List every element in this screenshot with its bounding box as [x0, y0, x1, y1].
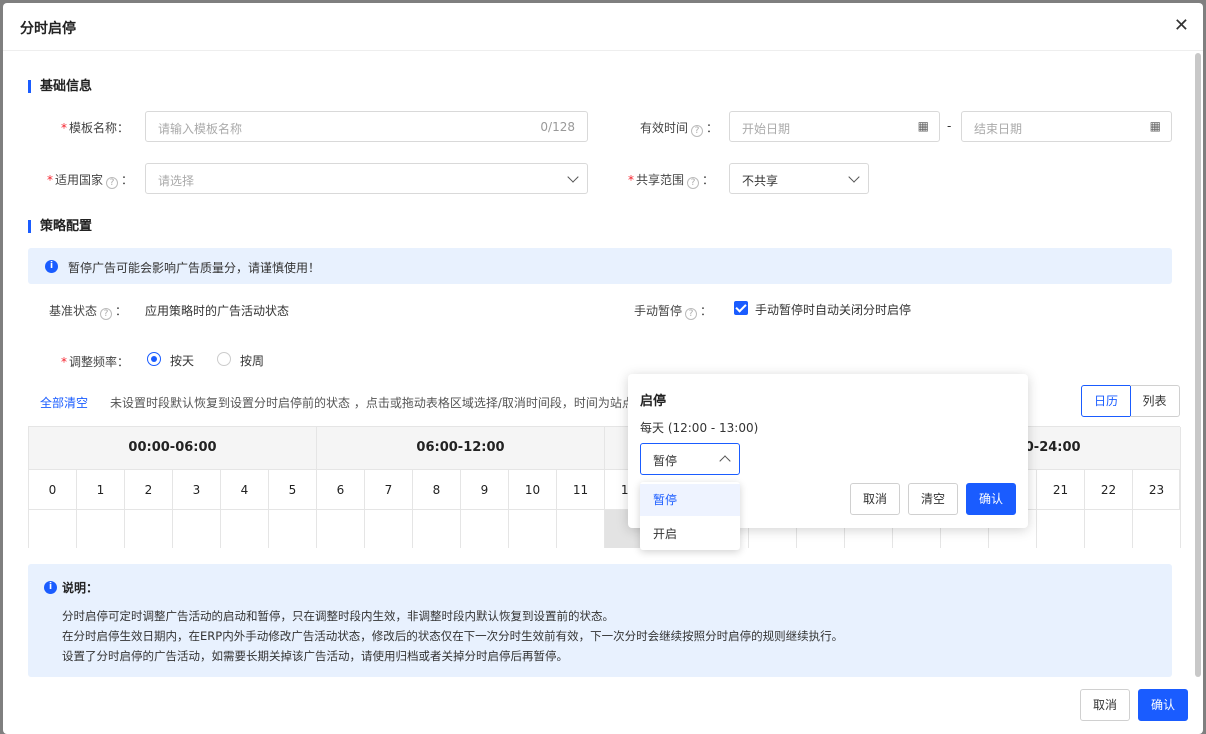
baseline-label: 基准状态?： [49, 304, 128, 320]
info-icon: i [45, 260, 58, 273]
share-scope-select[interactable]: 不共享 [729, 163, 869, 194]
grid-cell[interactable] [125, 509, 173, 548]
grid-cell[interactable] [509, 509, 557, 548]
grid-hour-label: 10 [509, 469, 557, 509]
char-counter: 0/128 [540, 120, 575, 134]
grid-hour-label: 22 [1085, 469, 1133, 509]
grid-cell[interactable] [221, 509, 269, 548]
grid-cell[interactable] [557, 509, 605, 548]
scrollbar[interactable] [1195, 53, 1201, 677]
radio-by-week[interactable] [217, 352, 231, 366]
country-select[interactable]: 请选择 [145, 163, 588, 194]
info-icon: i [44, 581, 57, 594]
calendar-icon: ▦ [917, 119, 929, 133]
help-icon: ? [100, 308, 113, 320]
manual-pause-text: 手动暂停时自动关闭分时启停 [755, 303, 912, 317]
help-icon: ? [687, 177, 700, 189]
grid-cell[interactable] [1085, 509, 1133, 548]
grid-hour-label: 9 [461, 469, 509, 509]
view-calendar-button[interactable]: 日历 [1081, 385, 1131, 417]
warning-alert: i 暂停广告可能会影响广告质量分，请谨慎使用！ [28, 248, 1172, 284]
popover-time: 每天 (12:00 - 13:00) [640, 421, 759, 435]
modal-title: 分时启停 [20, 21, 76, 37]
grid-group-header: 06:00-12:00 [317, 427, 605, 469]
manual-pause-label: 手动暂停?： [634, 304, 713, 320]
modal-header: 分时启停 ✕ [3, 3, 1203, 51]
grid-cell[interactable] [1037, 509, 1085, 548]
start-date-input[interactable]: 开始日期 ▦ [729, 111, 940, 142]
option-pause[interactable]: 暂停 [640, 484, 740, 516]
view-list-button[interactable]: 列表 [1130, 385, 1180, 417]
grid-hour-label: 0 [29, 469, 77, 509]
grid-hour-label: 11 [557, 469, 605, 509]
grid-cell[interactable] [413, 509, 461, 548]
popover-clear-button[interactable]: 清空 [908, 483, 958, 515]
note-line: 分时启停可定时调整广告活动的启动和暂停，只在调整时段内生效，非调整时段内默认恢复… [62, 609, 614, 623]
grid-cell[interactable] [1133, 509, 1181, 548]
template-name-label: * 模板名称： [61, 121, 130, 135]
notes-title: 说明： [62, 581, 99, 595]
grid-hour-label: 4 [221, 469, 269, 509]
section-title-strategy: 策略配置 [28, 220, 92, 233]
baseline-value: 应用策略时的广告活动状态 [145, 304, 290, 318]
popover-cancel-button[interactable]: 取消 [850, 483, 900, 515]
grid-hour-label: 23 [1133, 469, 1181, 509]
clear-all-link[interactable]: 全部清空 [40, 394, 88, 411]
grid-hour-label: 3 [173, 469, 221, 509]
grid-hour-label: 6 [317, 469, 365, 509]
note-line: 在分时启停生效日期内，在ERP内外手动修改广告活动状态，修改后的状态仅在下一次分… [62, 629, 844, 643]
grid-hour-label: 1 [77, 469, 125, 509]
radio-by-week-label[interactable]: 按周 [240, 352, 264, 369]
note-line: 设置了分时启停的广告活动，如需要长期关掉该广告活动，请使用归档或者关掉分时启停后… [62, 649, 568, 663]
footer-confirm-button[interactable]: 确认 [1138, 689, 1188, 721]
grid-hour-label: 5 [269, 469, 317, 509]
chevron-up-icon [719, 455, 731, 467]
footer-cancel-button[interactable]: 取消 [1080, 689, 1130, 721]
frequency-label: * 调整频率： [61, 355, 130, 369]
date-separator: - [947, 119, 952, 133]
grid-hour-label: 2 [125, 469, 173, 509]
grid-cell[interactable] [461, 509, 509, 548]
section-title-basic: 基础信息 [28, 80, 92, 93]
grid-cell[interactable] [317, 509, 365, 548]
grid-hour-label: 8 [413, 469, 461, 509]
share-scope-label: * 共享范围?： [628, 173, 715, 189]
status-select[interactable]: 暂停 [640, 443, 740, 475]
option-start[interactable]: 开启 [640, 518, 740, 550]
help-icon: ? [685, 308, 698, 320]
chevron-down-icon [848, 171, 860, 183]
grid-group-header: 00:00-06:00 [29, 427, 317, 469]
grid-hour-label: 7 [365, 469, 413, 509]
help-icon: ? [106, 177, 119, 189]
grid-cell[interactable] [269, 509, 317, 548]
calendar-icon: ▦ [1149, 119, 1161, 133]
grid-cell[interactable] [77, 509, 125, 548]
time-schedule-modal: 分时启停 ✕ 基础信息 * 模板名称： 请输入模板名称 0/128 有效时间?： … [3, 3, 1203, 734]
grid-hour-label: 21 [1037, 469, 1085, 509]
notes-box: i 说明： 分时启停可定时调整广告活动的启动和暂停，只在调整时段内生效，非调整时… [28, 564, 1172, 677]
country-label: * 适用国家?： [47, 173, 134, 189]
end-date-input[interactable]: 结束日期 ▦ [961, 111, 1172, 142]
grid-cell[interactable] [173, 509, 221, 548]
status-dropdown: 暂停 开启 [640, 482, 740, 550]
template-name-input[interactable]: 请输入模板名称 0/128 [145, 111, 588, 142]
popover-title: 启停 [640, 394, 667, 409]
valid-time-label: 有效时间?： [640, 121, 719, 137]
close-icon[interactable]: ✕ [1174, 15, 1189, 36]
help-icon: ? [691, 125, 704, 137]
radio-by-day-label[interactable]: 按天 [170, 352, 194, 369]
radio-by-day[interactable] [147, 352, 161, 366]
grid-cell[interactable] [365, 509, 413, 548]
grid-cell[interactable] [29, 509, 77, 548]
manual-pause-checkbox[interactable] [734, 301, 748, 315]
chevron-down-icon [567, 171, 579, 183]
grid-hint: 未设置时段默认恢复到设置分时启停前的状态 ，点击或拖动表格区域选择/取消时间段，… [110, 396, 630, 410]
popover-confirm-button[interactable]: 确认 [966, 483, 1016, 515]
